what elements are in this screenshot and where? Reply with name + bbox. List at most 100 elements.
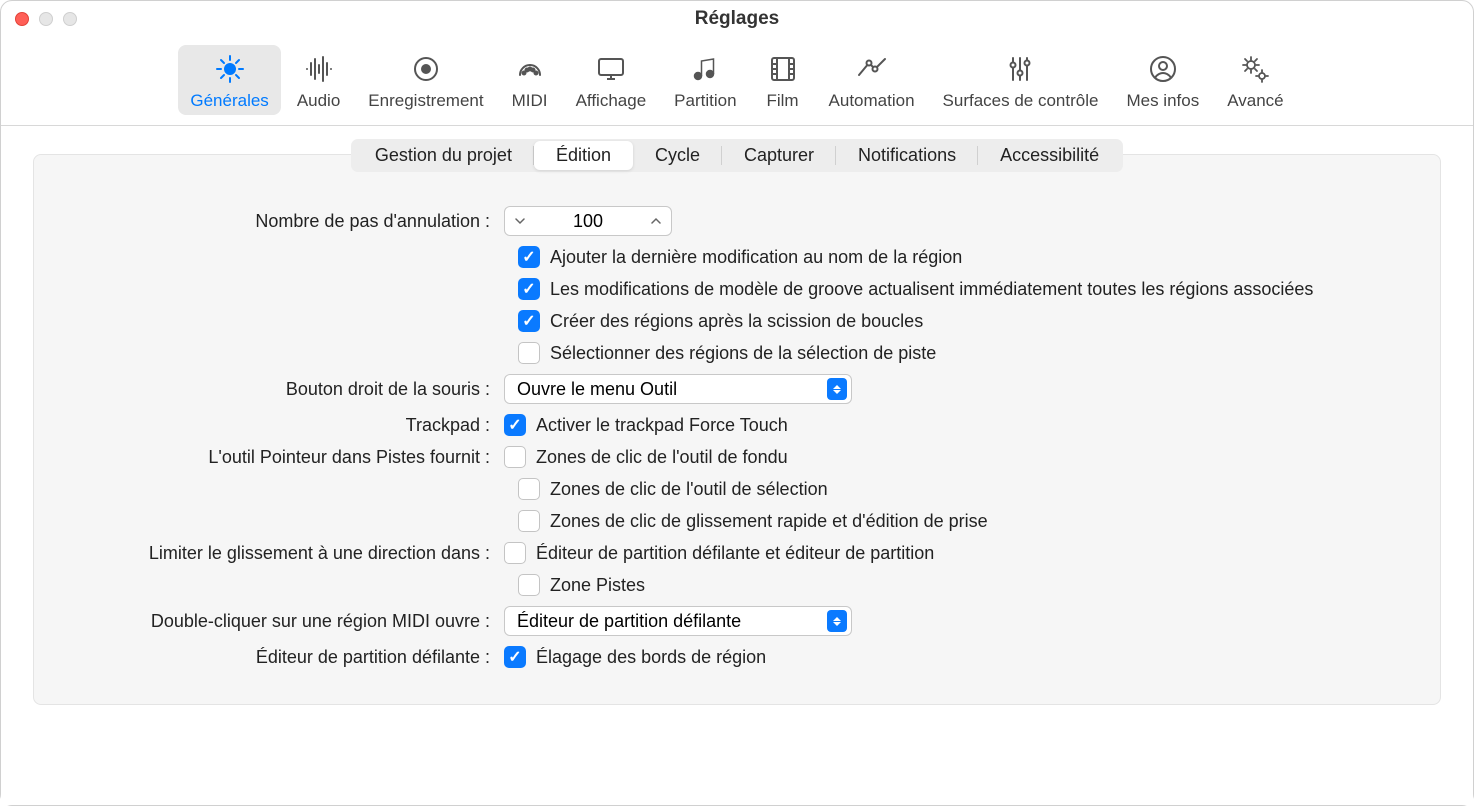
toolbar-label: Audio	[297, 91, 340, 111]
checkbox-clip-edges[interactable]	[504, 646, 526, 668]
checkbox-label: Zones de clic de glissement rapide et d'…	[550, 511, 988, 532]
automation-icon	[854, 53, 890, 85]
right-mouse-label: Bouton droit de la souris :	[74, 379, 504, 400]
sliders-icon	[1002, 53, 1038, 85]
checkbox-select-regions[interactable]	[518, 342, 540, 364]
minimize-button[interactable]	[39, 12, 53, 26]
toolbar-label: MIDI	[512, 91, 548, 111]
checkbox-selection-tool[interactable]	[518, 478, 540, 500]
row-trackpad: Trackpad : Activer le trackpad Force Tou…	[74, 414, 1400, 436]
row-piano-roll: Éditeur de partition défilante : Élagage…	[74, 646, 1400, 668]
row-limit-drag: Limiter le glissement à une direction da…	[74, 542, 1400, 564]
undo-steps-label: Nombre de pas d'annulation :	[74, 211, 504, 232]
close-button[interactable]	[15, 12, 29, 26]
checkbox-add-last-modification[interactable]	[518, 246, 540, 268]
checkbox-fade-tool[interactable]	[504, 446, 526, 468]
toolbar-item-advanced[interactable]: Avancé	[1215, 45, 1295, 115]
checkbox-piano-score-editor[interactable]	[504, 542, 526, 564]
checkbox-label: Éditeur de partition défilante et éditeu…	[536, 543, 934, 564]
toolbar-item-movie[interactable]: Film	[753, 45, 813, 115]
display-icon	[593, 53, 629, 85]
toolbar-item-midi[interactable]: MIDI	[500, 45, 560, 115]
select-arrows-icon	[827, 610, 847, 632]
person-icon	[1145, 53, 1181, 85]
row-select-regions: Sélectionner des régions de la sélection…	[518, 342, 1400, 364]
stepper-increment[interactable]	[641, 207, 671, 235]
toolbar-label: Enregistrement	[368, 91, 483, 111]
record-icon	[408, 53, 444, 85]
stepper-decrement[interactable]	[505, 207, 535, 235]
trackpad-label: Trackpad :	[74, 415, 504, 436]
titlebar: Réglages	[1, 1, 1473, 37]
checkbox-force-touch[interactable]	[504, 414, 526, 436]
toolbar-item-audio[interactable]: Audio	[285, 45, 352, 115]
toolbar-label: Surfaces de contrôle	[943, 91, 1099, 111]
settings-window: Réglages Générales Audio Enregistrement …	[0, 0, 1474, 806]
checkbox-quick-swipe[interactable]	[518, 510, 540, 532]
piano-roll-label: Éditeur de partition défilante :	[74, 647, 504, 668]
toolbar-label: Partition	[674, 91, 736, 111]
row-groove-template: Les modifications de modèle de groove ac…	[518, 278, 1400, 300]
row-create-regions: Créer des régions après la scission de b…	[518, 310, 1400, 332]
checkbox-label: Créer des régions après la scission de b…	[550, 311, 923, 332]
subtab-notifications[interactable]: Notifications	[836, 141, 978, 170]
toolbar-item-recording[interactable]: Enregistrement	[356, 45, 495, 115]
checkbox-label: Sélectionner des régions de la sélection…	[550, 343, 936, 364]
subtab-group: Gestion du projet Édition Cycle Capturer…	[351, 139, 1123, 172]
maximize-button[interactable]	[63, 12, 77, 26]
checkbox-create-regions[interactable]	[518, 310, 540, 332]
subtab-project-management[interactable]: Gestion du projet	[353, 141, 534, 170]
select-value: Ouvre le menu Outil	[517, 379, 677, 400]
midi-icon	[512, 53, 548, 85]
toolbar-item-control-surfaces[interactable]: Surfaces de contrôle	[931, 45, 1111, 115]
music-note-icon	[687, 53, 723, 85]
toolbar-label: Générales	[190, 91, 268, 111]
settings-panel: Gestion du projet Édition Cycle Capturer…	[33, 154, 1441, 705]
pointer-tool-label: L'outil Pointeur dans Pistes fournit :	[74, 447, 504, 468]
double-click-select[interactable]: Éditeur de partition défilante	[504, 606, 852, 636]
row-selection-tool: Zones de clic de l'outil de sélection	[518, 478, 1400, 500]
subtab-catch[interactable]: Capturer	[722, 141, 836, 170]
stepper-value: 100	[535, 211, 641, 232]
window-title: Réglages	[1, 8, 1473, 30]
row-right-mouse: Bouton droit de la souris : Ouvre le men…	[74, 374, 1400, 404]
checkbox-label: Zones de clic de l'outil de sélection	[550, 479, 828, 500]
row-quick-swipe: Zones de clic de glissement rapide et d'…	[518, 510, 1400, 532]
toolbar-label: Film	[766, 91, 798, 111]
toolbar-label: Affichage	[576, 91, 647, 111]
checkbox-label: Ajouter la dernière modification au nom …	[550, 247, 962, 268]
toolbar-item-score[interactable]: Partition	[662, 45, 748, 115]
checkbox-label: Les modifications de modèle de groove ac…	[550, 279, 1313, 300]
checkbox-label: Zone Pistes	[550, 575, 645, 596]
row-tracks-area: Zone Pistes	[518, 574, 1400, 596]
toolbar-item-automation[interactable]: Automation	[817, 45, 927, 115]
row-undo-steps: Nombre de pas d'annulation : 100	[74, 206, 1400, 236]
row-double-click: Double-cliquer sur une région MIDI ouvre…	[74, 606, 1400, 636]
gear-icon	[212, 53, 248, 85]
checkbox-label: Zones de clic de l'outil de fondu	[536, 447, 788, 468]
content-area: Gestion du projet Édition Cycle Capturer…	[1, 126, 1473, 805]
checkbox-groove-template[interactable]	[518, 278, 540, 300]
select-value: Éditeur de partition défilante	[517, 611, 741, 632]
row-add-last-modification: Ajouter la dernière modification au nom …	[518, 246, 1400, 268]
traffic-lights	[15, 12, 77, 26]
toolbar-item-display[interactable]: Affichage	[564, 45, 659, 115]
subtab-cycle[interactable]: Cycle	[633, 141, 722, 170]
select-arrows-icon	[827, 378, 847, 400]
toolbar-item-my-info[interactable]: Mes infos	[1114, 45, 1211, 115]
subtab-editing[interactable]: Édition	[534, 141, 633, 170]
form: Nombre de pas d'annulation : 100	[34, 172, 1440, 668]
subtab-accessibility[interactable]: Accessibilité	[978, 141, 1121, 170]
undo-steps-stepper[interactable]: 100	[504, 206, 672, 236]
double-click-label: Double-cliquer sur une région MIDI ouvre…	[74, 611, 504, 632]
checkbox-tracks-area[interactable]	[518, 574, 540, 596]
limit-drag-label: Limiter le glissement à une direction da…	[74, 543, 504, 564]
right-mouse-select[interactable]: Ouvre le menu Outil	[504, 374, 852, 404]
subtabs: Gestion du projet Édition Cycle Capturer…	[34, 139, 1440, 172]
toolbar: Générales Audio Enregistrement MIDI Affi…	[1, 37, 1473, 126]
toolbar-item-general[interactable]: Générales	[178, 45, 280, 115]
checkbox-label: Élagage des bords de région	[536, 647, 766, 668]
row-pointer-tool: L'outil Pointeur dans Pistes fournit : Z…	[74, 446, 1400, 468]
toolbar-label: Mes infos	[1126, 91, 1199, 111]
checkbox-label: Activer le trackpad Force Touch	[536, 415, 788, 436]
